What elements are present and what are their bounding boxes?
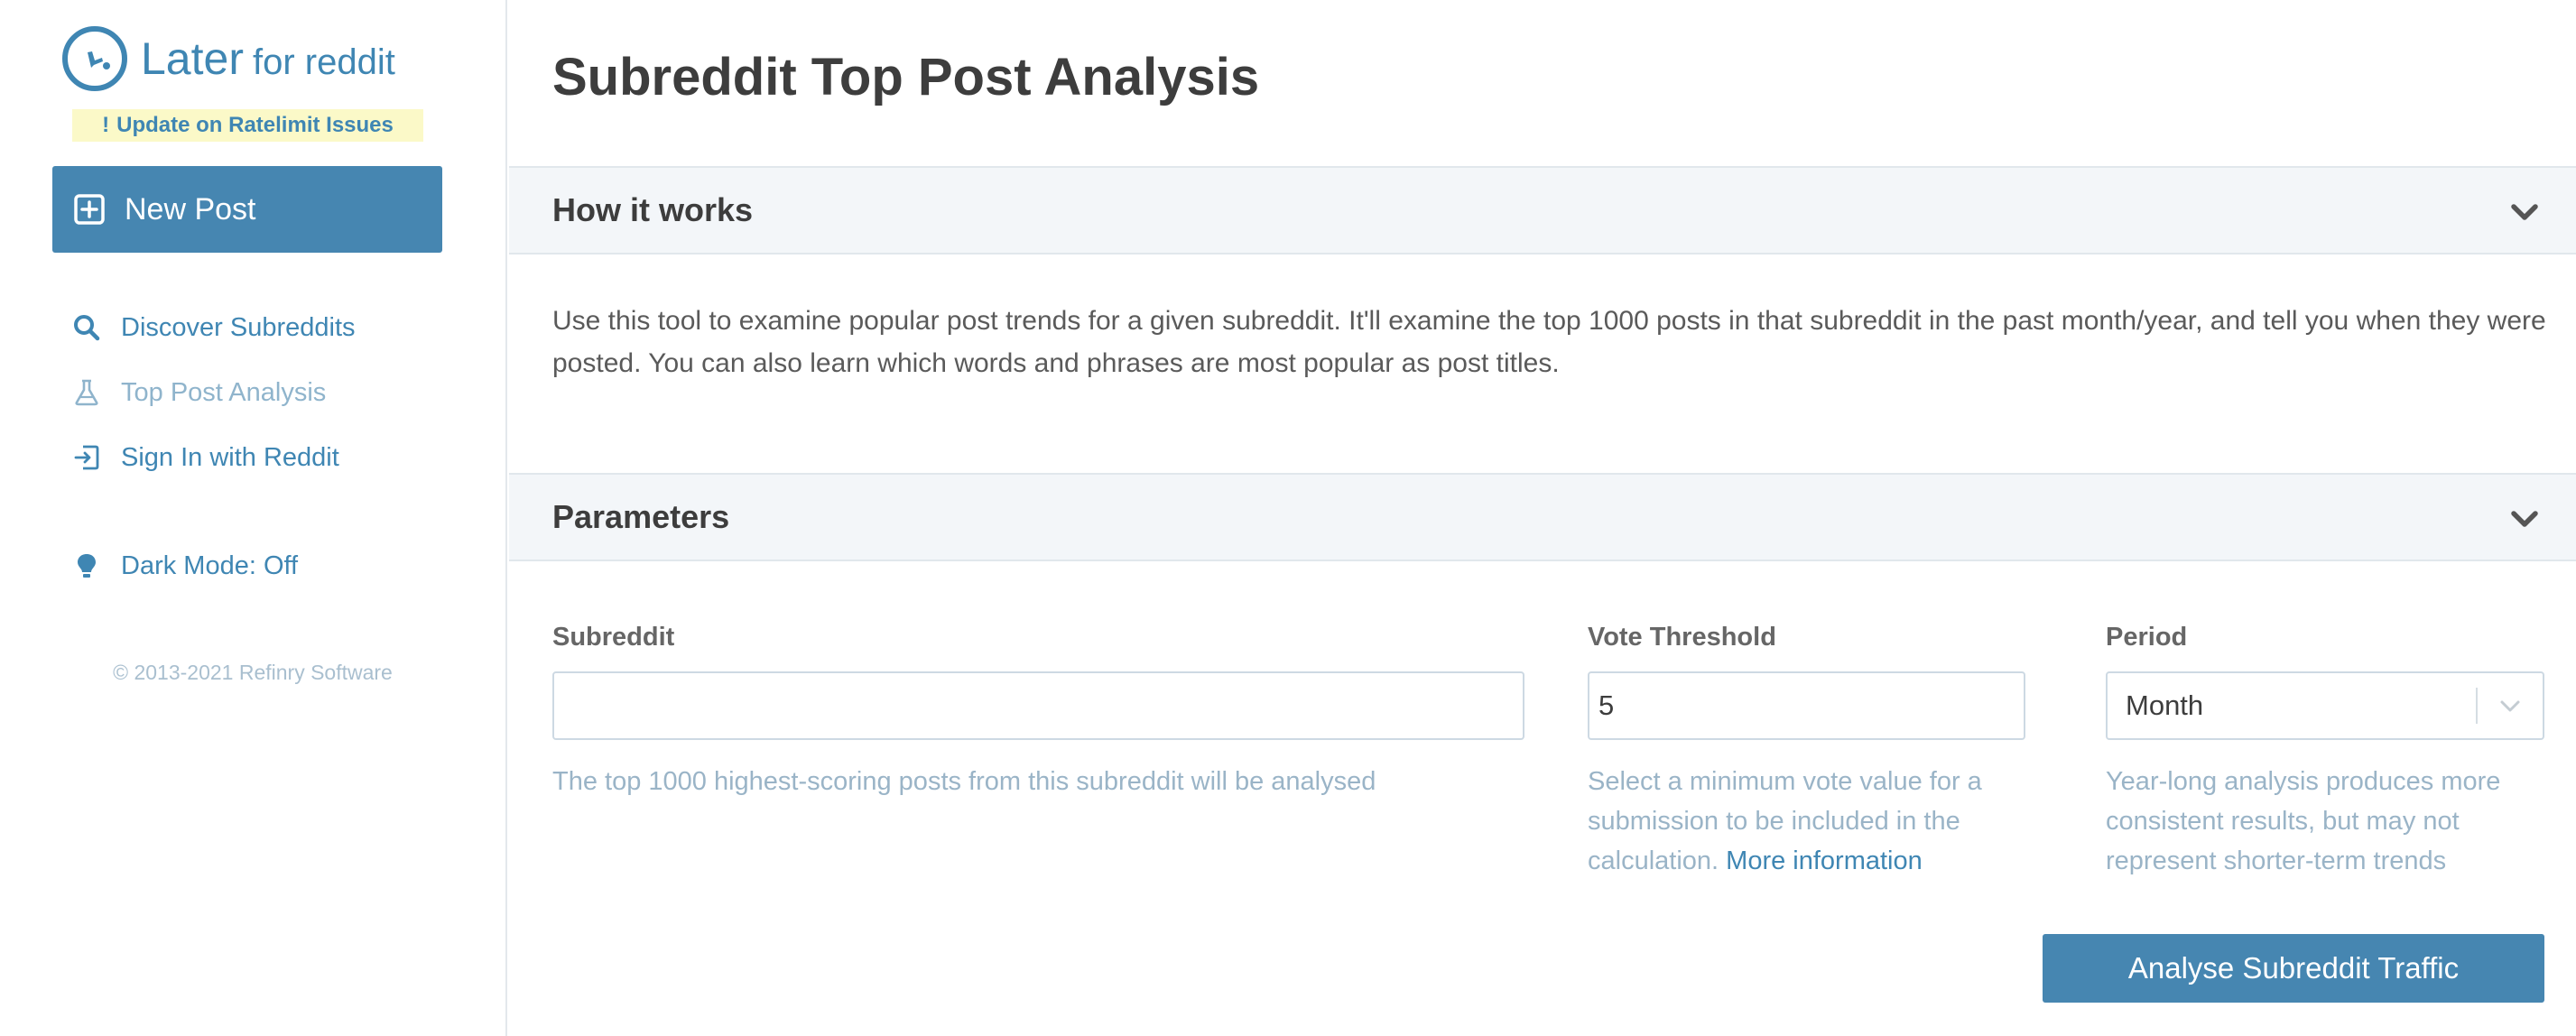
- sidebar-item-top-post-analysis[interactable]: Top Post Analysis: [72, 371, 326, 414]
- lightbulb-icon: [78, 554, 96, 578]
- logo-main: Later: [141, 33, 244, 84]
- clock-logo-icon: [62, 26, 127, 91]
- notice-label: Update on Ratelimit Issues: [116, 113, 394, 137]
- app: Later for reddit ! Update on Ratelimit Is…: [0, 0, 2576, 1036]
- logo-text: Later for reddit: [141, 32, 395, 85]
- how-it-works-text: Use this tool to examine popular post tr…: [552, 306, 2546, 378]
- plus-square-icon: [74, 194, 105, 225]
- how-it-works-header[interactable]: How it works: [509, 166, 2576, 254]
- sidebar-item-label: Sign In with Reddit: [121, 442, 339, 472]
- logo-sub: for reddit: [252, 42, 395, 82]
- chevron-down-icon[interactable]: [2509, 197, 2540, 227]
- subreddit-label: Subreddit: [552, 623, 675, 652]
- sidebar-item-sign-in[interactable]: Sign In with Reddit: [72, 436, 339, 479]
- sign-in-icon: [74, 445, 99, 470]
- chevron-down-icon[interactable]: [2509, 504, 2540, 534]
- flask-icon: [75, 379, 98, 406]
- new-post-label: New Post: [125, 191, 256, 227]
- vote-threshold-help: Select a minimum vote value for a submis…: [1588, 762, 2030, 881]
- sidebar-item-discover-subreddits[interactable]: Discover Subreddits: [72, 306, 356, 349]
- ratelimit-notice[interactable]: ! Update on Ratelimit Issues: [72, 109, 423, 142]
- vote-threshold-label: Vote Threshold: [1588, 623, 1776, 652]
- sidebar: Later for reddit ! Update on Ratelimit Is…: [0, 0, 507, 1036]
- period-select[interactable]: Month: [2106, 671, 2544, 740]
- dark-mode-toggle[interactable]: Dark Mode: Off: [72, 544, 298, 587]
- period-selected-value: Month: [2126, 689, 2204, 721]
- page-title: Subreddit Top Post Analysis: [552, 48, 1260, 106]
- period-label: Period: [2106, 623, 2188, 652]
- logo[interactable]: Later for reddit: [61, 23, 395, 94]
- period-help: Year-long analysis produces more consist…: [2106, 767, 2501, 875]
- parameters-header[interactable]: Parameters: [509, 473, 2576, 561]
- exclamation-icon: !: [102, 113, 110, 137]
- analyse-subreddit-button[interactable]: Analyse Subreddit Traffic: [2043, 934, 2544, 1003]
- parameters-title: Parameters: [552, 498, 730, 535]
- dark-mode-label: Dark Mode: Off: [121, 550, 299, 580]
- sidebar-item-label: Top Post Analysis: [121, 377, 327, 407]
- chevron-down-icon: [2500, 700, 2520, 712]
- copyright: © 2013-2021 Refinry Software: [113, 661, 393, 684]
- subreddit-input[interactable]: [552, 671, 1524, 740]
- new-post-button[interactable]: New Post: [52, 166, 442, 253]
- subreddit-help: The top 1000 highest-scoring posts from …: [552, 767, 1376, 796]
- select-caret[interactable]: [2478, 694, 2543, 717]
- how-it-works-title: How it works: [552, 191, 754, 228]
- vote-threshold-input[interactable]: [1588, 671, 2025, 740]
- sidebar-item-label: Discover Subreddits: [121, 312, 356, 342]
- search-icon: [74, 315, 100, 341]
- more-information-link[interactable]: More information: [1726, 846, 1923, 875]
- main-content: Subreddit Top Post Analysis How it works…: [509, 0, 2576, 1036]
